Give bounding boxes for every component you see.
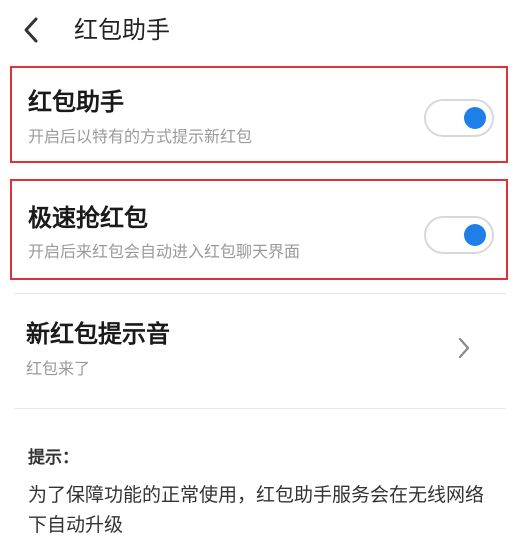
divider [14,293,506,294]
back-button[interactable] [16,14,48,46]
setting-title: 红包助手 [28,88,124,116]
setting-row-red-packet-assistant: 红包助手 开启后以特有的方式提示新红包 [10,66,508,163]
setting-value: 红包来了 [26,359,91,378]
tips-text: 为了保障功能的正常使用，红包助手服务会在无线网络下自动升级 [28,484,485,536]
setting-subtitle: 开启后来红包会自动进入红包聊天界面 [28,242,301,261]
divider [14,408,506,409]
setting-row-fast-grab: 极速抢红包 开启后来红包会自动进入红包聊天界面 [10,179,508,280]
fast-grab-toggle[interactable] [424,216,494,254]
setting-title: 新红包提示音 [26,320,170,348]
chevron-left-icon [24,17,38,43]
setting-title: 极速抢红包 [28,204,148,232]
tips-label: 提示： [28,448,79,468]
page-title: 红包助手 [74,16,170,44]
setting-row-notification-sound[interactable]: 新红包提示音 红包来了 [10,298,508,404]
toggle-knob [464,107,486,129]
top-bar: 红包助手 [0,0,520,62]
toggle-knob [464,224,486,246]
chevron-right-icon [458,337,470,359]
setting-subtitle: 开启后以特有的方式提示新红包 [28,127,253,146]
red-packet-assistant-toggle[interactable] [424,99,494,137]
